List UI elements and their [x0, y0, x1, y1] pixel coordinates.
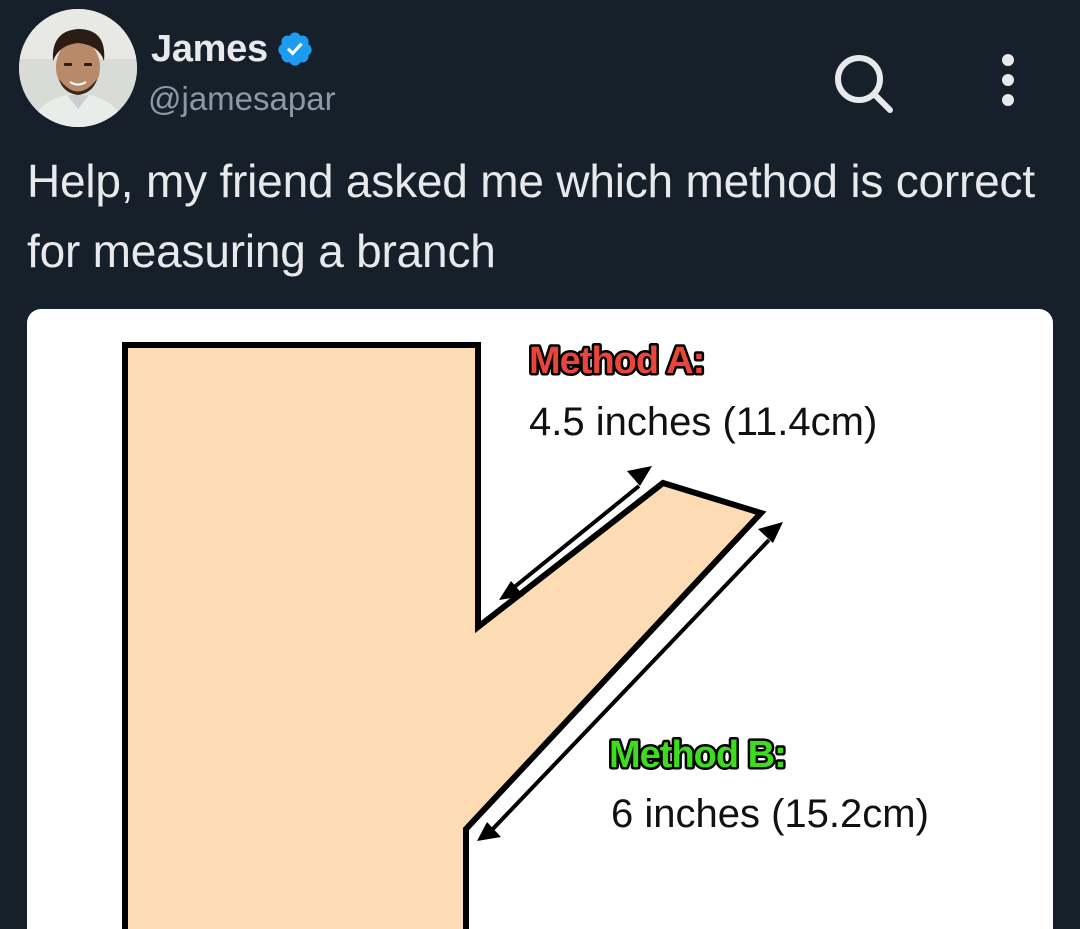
- method-a-label: Method A:: [529, 340, 704, 382]
- tweet-text: Help, my friend asked me which method is…: [27, 155, 1035, 277]
- branch-diagram: Method A: 4.5 inches (11.4cm) Method B: …: [122, 338, 929, 929]
- method-b-measurement: 6 inches (15.2cm): [611, 792, 929, 836]
- author-handle[interactable]: @jamesapar: [148, 80, 336, 118]
- verified-badge-icon: [278, 32, 312, 66]
- author-display-name[interactable]: James: [151, 28, 268, 71]
- profile-photo: [19, 9, 137, 127]
- tweet-media-image[interactable]: Method A: 4.5 inches (11.4cm) Method B: …: [27, 309, 1053, 929]
- search-icon[interactable]: [830, 50, 896, 116]
- author-name-row[interactable]: James: [151, 26, 314, 72]
- avatar[interactable]: [19, 9, 137, 127]
- method-a-measurement: 4.5 inches (11.4cm): [529, 400, 877, 444]
- more-vertical-icon[interactable]: [992, 52, 1024, 108]
- method-b-label: Method B:: [609, 734, 786, 776]
